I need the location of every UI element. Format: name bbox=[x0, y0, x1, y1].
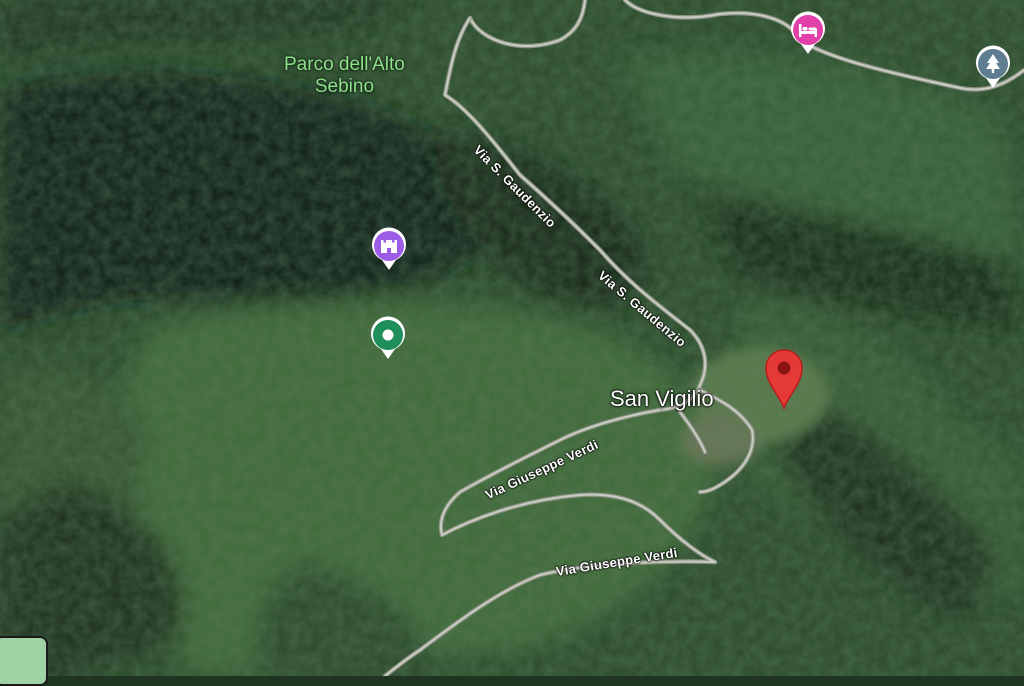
place-marker[interactable] bbox=[369, 315, 407, 361]
hotel-marker[interactable] bbox=[789, 10, 827, 56]
park-marker[interactable] bbox=[974, 44, 1012, 90]
pin-icon bbox=[765, 349, 803, 411]
satellite-map[interactable] bbox=[0, 0, 1024, 676]
park-label[interactable]: Parco dell'Alto Sebino bbox=[284, 54, 405, 98]
castle-marker[interactable] bbox=[370, 226, 408, 272]
park-label-line-1: Parco dell'Alto bbox=[284, 54, 405, 75]
castle-icon bbox=[381, 240, 397, 253]
town-label[interactable]: San Vigilio bbox=[610, 386, 714, 412]
selected-location-pin[interactable] bbox=[762, 346, 806, 411]
layer-toggle-thumbnail[interactable] bbox=[0, 636, 48, 686]
dot-icon bbox=[382, 329, 394, 341]
park-label-line-2: Sebino bbox=[314, 76, 375, 97]
